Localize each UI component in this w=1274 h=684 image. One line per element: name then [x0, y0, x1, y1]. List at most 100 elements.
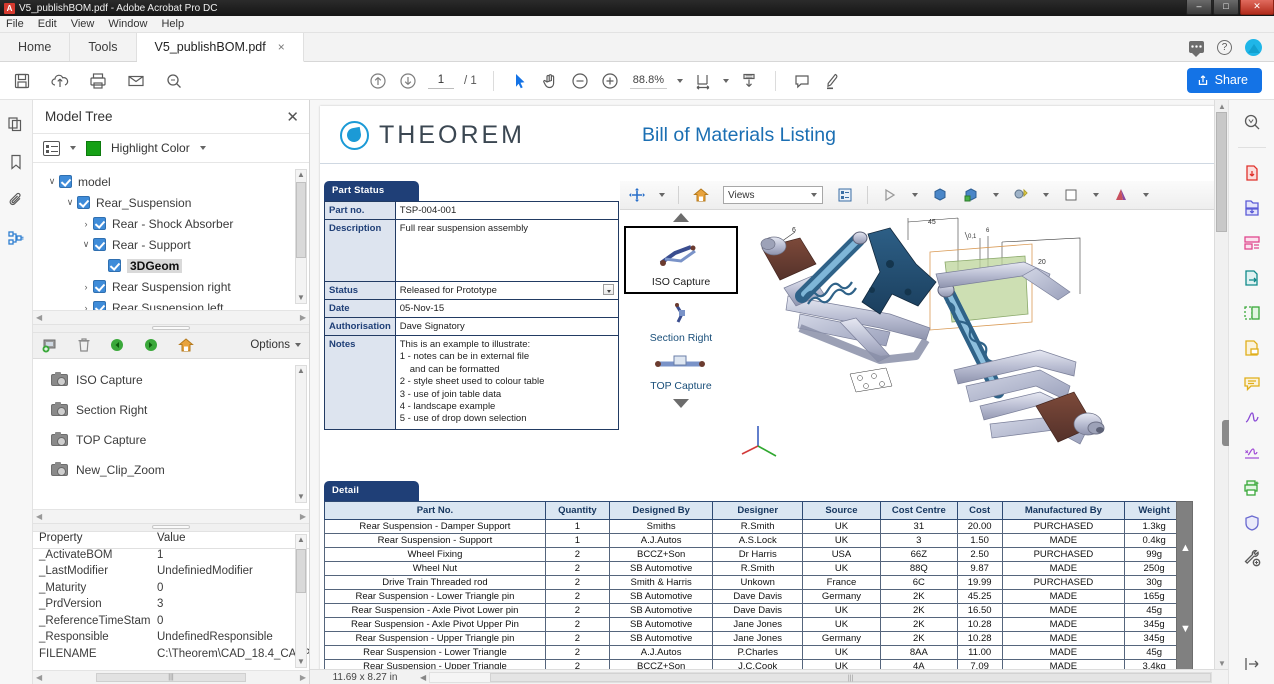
next-page-icon[interactable] — [398, 71, 418, 91]
tab-tools[interactable]: Tools — [70, 33, 137, 61]
expander-icon[interactable]: ∨ — [45, 176, 59, 187]
tools-more-icon[interactable] — [1242, 548, 1262, 568]
scroll-right-icon[interactable]: ▶ — [300, 313, 306, 322]
default-view-home-icon[interactable] — [177, 337, 195, 353]
comment-icon[interactable] — [792, 71, 812, 91]
view-item-section-right[interactable]: Section Right — [33, 395, 309, 425]
property-row[interactable]: _LastModifier UndefiniedModifier — [33, 565, 309, 582]
export-pdf-icon[interactable] — [1242, 163, 1262, 183]
tree-node-rear-support[interactable]: ∨ Rear - Support — [33, 234, 309, 255]
tree-node-3dgeom[interactable]: 3DGeom — [33, 255, 309, 276]
properties-vertical-scrollbar[interactable]: ▲ ▼ — [295, 533, 307, 668]
scroll-up-icon[interactable]: ▲ — [297, 171, 305, 179]
tab-close-icon[interactable]: × — [278, 40, 285, 54]
node-checkbox[interactable] — [93, 238, 106, 251]
tree-node-model[interactable]: ∨ model — [33, 171, 309, 192]
tab-document[interactable]: V5_publishBOM.pdf × — [136, 33, 304, 62]
zoom-in-icon[interactable] — [600, 71, 620, 91]
tree-node-rear-shock-absorber[interactable]: › Rear - Shock Absorber — [33, 213, 309, 234]
attachments-icon[interactable] — [6, 190, 26, 210]
expander-icon[interactable]: › — [79, 282, 93, 292]
print-icon[interactable] — [88, 71, 108, 91]
view-item-iso-capture[interactable]: ISO Capture — [33, 365, 309, 395]
delete-view-icon[interactable] — [75, 337, 93, 353]
close-icon[interactable]: ✕ — [286, 108, 299, 126]
print-production-icon[interactable] — [1242, 478, 1262, 498]
default-view-home-icon[interactable] — [692, 187, 710, 203]
edit-pdf-icon[interactable] — [1242, 233, 1262, 253]
tree-node-rear-suspension[interactable]: ∨ Rear_Suspension — [33, 192, 309, 213]
scroll-thumb[interactable]: ||| — [96, 673, 246, 682]
cross-section-icon[interactable] — [1112, 187, 1130, 203]
property-row[interactable]: _PrdVersion 3 — [33, 598, 309, 615]
scroll-left-icon[interactable]: ◀ — [36, 313, 42, 322]
model-tree-icon[interactable] — [6, 228, 26, 248]
save-icon[interactable] — [12, 71, 32, 91]
views-options-button[interactable]: Options — [250, 339, 301, 351]
views-horizontal-scrollbar[interactable]: ◀ ▶ — [33, 508, 309, 523]
previous-page-icon[interactable] — [368, 71, 388, 91]
scroll-down-icon[interactable]: ▼ — [297, 492, 305, 501]
model-render-style-icon[interactable] — [962, 187, 980, 203]
view-thumbnail-top-capture[interactable]: TOP Capture — [624, 350, 738, 392]
scroll-up-icon[interactable]: ▲ — [1180, 542, 1191, 554]
share-button[interactable]: Share — [1186, 68, 1262, 93]
tree-horizontal-scrollbar[interactable]: ◀ ▶ — [33, 309, 309, 324]
avatar[interactable] — [1245, 38, 1262, 56]
view-item-new-clip-zoom[interactable]: New_Clip_Zoom — [33, 455, 309, 485]
lighting-icon[interactable] — [1012, 187, 1030, 203]
scroll-thumb[interactable] — [1216, 112, 1227, 232]
scroll-right-icon[interactable]: ▶ — [300, 512, 306, 521]
status-field[interactable]: Released for Prototype — [394, 281, 620, 300]
scroll-up-icon[interactable]: ▲ — [1217, 102, 1227, 111]
search-icon[interactable] — [164, 71, 184, 91]
play-dropdown-icon[interactable] — [912, 193, 918, 197]
model-tree-list[interactable]: ∨ model ∨ Rear_Suspension › Rear - Shock… — [33, 163, 309, 310]
node-checkbox[interactable] — [93, 301, 106, 310]
minimize-button[interactable]: – — [1186, 0, 1212, 15]
3d-annotation[interactable]: Views ISO Capture Section Right TOP Capt… — [620, 181, 1215, 466]
zoom-out-icon[interactable] — [570, 71, 590, 91]
expander-icon[interactable]: ∨ — [79, 239, 93, 250]
stamp-icon[interactable] — [1242, 338, 1262, 358]
detail-table-scrollbar[interactable]: ▲ ▼ — [1176, 501, 1193, 676]
menu-window[interactable]: Window — [108, 18, 147, 30]
views-vertical-scrollbar[interactable]: ▲ ▼ — [295, 364, 307, 503]
thumbnails-scroll-up[interactable] — [663, 212, 699, 223]
status-dropdown-icon[interactable] — [603, 284, 614, 295]
page-thumbnails-icon[interactable] — [6, 114, 26, 134]
close-button[interactable]: ✕ — [1240, 0, 1274, 15]
property-row[interactable]: _ActivateBOM 1 — [33, 549, 309, 566]
view-item-top-capture[interactable]: TOP Capture — [33, 425, 309, 455]
email-icon[interactable] — [126, 71, 146, 91]
scroll-thumb[interactable] — [296, 182, 306, 258]
scroll-mode-icon[interactable] — [739, 71, 759, 91]
scroll-down-icon[interactable]: ▼ — [297, 658, 305, 666]
properties-horizontal-scrollbar[interactable]: ◀ ||| ▶ — [33, 670, 309, 684]
scroll-left-icon[interactable]: ◀ — [420, 673, 426, 682]
menu-edit[interactable]: Edit — [38, 18, 57, 30]
property-row[interactable]: _ReferenceTimeStamp 0 — [33, 615, 309, 632]
fit-page-dropdown-icon[interactable] — [723, 78, 729, 83]
send-for-signature-icon[interactable] — [1242, 268, 1262, 288]
page-number-input[interactable] — [428, 72, 454, 89]
create-pdf-icon[interactable] — [1242, 198, 1262, 218]
tree-options-dropdown-icon[interactable] — [70, 146, 76, 150]
view-thumbnail-iso-capture[interactable]: ISO Capture — [624, 226, 738, 294]
tab-home[interactable]: Home — [0, 33, 71, 61]
previous-view-icon[interactable] — [109, 337, 127, 353]
document-horizontal-scrollbar[interactable]: ||| — [429, 671, 1212, 683]
view-thumbnail-section-right[interactable]: Section Right — [624, 300, 738, 344]
properties-splitter[interactable] — [33, 522, 309, 532]
node-checkbox[interactable] — [59, 175, 72, 188]
crop-pages-icon[interactable] — [1242, 303, 1262, 323]
3d-model-canvas[interactable]: 45 20 6 0,1 6 — [740, 210, 1215, 466]
background-color-icon[interactable] — [1062, 187, 1080, 203]
scroll-up-icon[interactable]: ▲ — [297, 535, 305, 544]
help-icon[interactable]: ? — [1217, 39, 1232, 55]
background-dropdown-icon[interactable] — [1093, 193, 1099, 197]
select-cursor-icon[interactable] — [510, 71, 530, 91]
node-checkbox[interactable] — [93, 280, 106, 293]
scroll-right-icon[interactable]: ▶ — [300, 673, 306, 682]
tree-node-rear-suspension-left[interactable]: › Rear Suspension left — [33, 297, 309, 310]
